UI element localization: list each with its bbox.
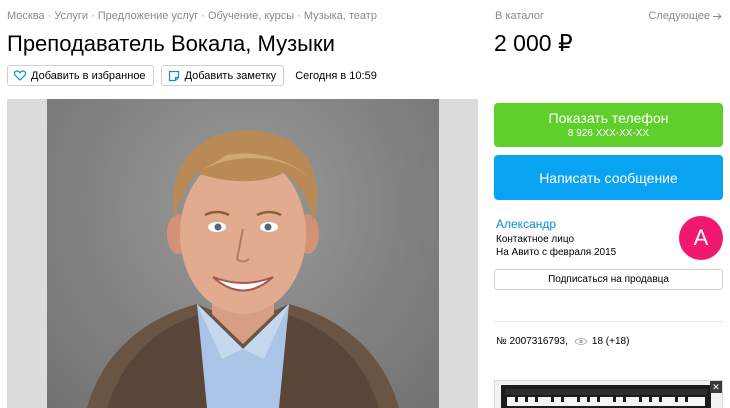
add-note-button[interactable]: Добавить заметку — [160, 65, 285, 86]
photo-image — [47, 99, 439, 408]
divider — [494, 321, 723, 322]
breadcrumb-separator: · — [201, 10, 205, 22]
price: 2 000 ₽ — [494, 30, 573, 56]
heart-icon — [14, 70, 26, 81]
listing-actions: Добавить в избранное Добавить заметку Се… — [7, 65, 377, 86]
close-icon: ✕ — [712, 382, 720, 392]
phone-masked: 8 926 XXX-XX-XX — [567, 128, 650, 139]
avatar-letter: А — [693, 225, 709, 250]
breadcrumb-separator: · — [47, 10, 52, 22]
catalog-link[interactable]: В каталог — [495, 10, 544, 22]
breadcrumb-separator: · — [91, 10, 95, 22]
subscribe-label: Подписаться на продавца — [548, 274, 669, 285]
seller-role: Контактное лицо — [496, 234, 575, 245]
eye-icon — [574, 338, 588, 345]
seller-name-link[interactable]: Александр — [496, 217, 556, 231]
avatar[interactable]: А — [679, 216, 723, 260]
breadcrumb-item-services[interactable]: Услуги — [54, 10, 88, 22]
add-to-favorites-label: Добавить в избранное — [31, 69, 146, 82]
listing-number: № 2007316793, — [496, 336, 568, 347]
ad-close-button[interactable]: ✕ — [710, 381, 722, 393]
ad-image — [495, 381, 722, 408]
show-phone-label: Показать телефон — [548, 110, 669, 126]
note-icon — [168, 70, 179, 81]
posted-date: Сегодня в 10:59 — [295, 69, 377, 82]
view-count-value: 18 (+18) — [591, 336, 630, 347]
next-listing-link[interactable]: Следующее — [648, 10, 722, 22]
breadcrumb-item-music-theatre[interactable]: Музыка, театр — [304, 10, 377, 22]
arrow-right-icon — [713, 12, 722, 20]
listing-meta: № 2007316793, 18 (+18) — [496, 336, 629, 347]
write-message-label: Написать сообщение — [539, 169, 678, 186]
add-note-label: Добавить заметку — [184, 69, 277, 82]
breadcrumb-separator: · — [297, 10, 301, 22]
show-phone-button[interactable]: Показать телефон 8 926 XXX-XX-XX — [494, 103, 723, 147]
breadcrumb-item-service-offers[interactable]: Предложение услуг — [98, 10, 199, 22]
subscribe-to-seller-button[interactable]: Подписаться на продавца — [494, 269, 723, 290]
seller-since: На Авито с февраля 2015 — [496, 247, 617, 258]
add-to-favorites-button[interactable]: Добавить в избранное — [7, 65, 154, 86]
ad-banner[interactable]: ✕ — [494, 380, 723, 408]
next-listing-label: Следующее — [648, 10, 710, 22]
page-title: Преподаватель Вокала, Музыки — [7, 31, 335, 56]
listing-photo[interactable] — [7, 99, 478, 408]
person-portrait — [87, 130, 399, 408]
view-count: 18 (+18) — [574, 336, 630, 347]
breadcrumb-item-city[interactable]: Москва — [7, 10, 45, 22]
write-message-button[interactable]: Написать сообщение — [494, 155, 723, 200]
breadcrumb-item-education[interactable]: Обучение, курсы — [208, 10, 294, 22]
breadcrumb: Москва · Услуги · Предложение услуг · Обучение… — [7, 10, 377, 22]
